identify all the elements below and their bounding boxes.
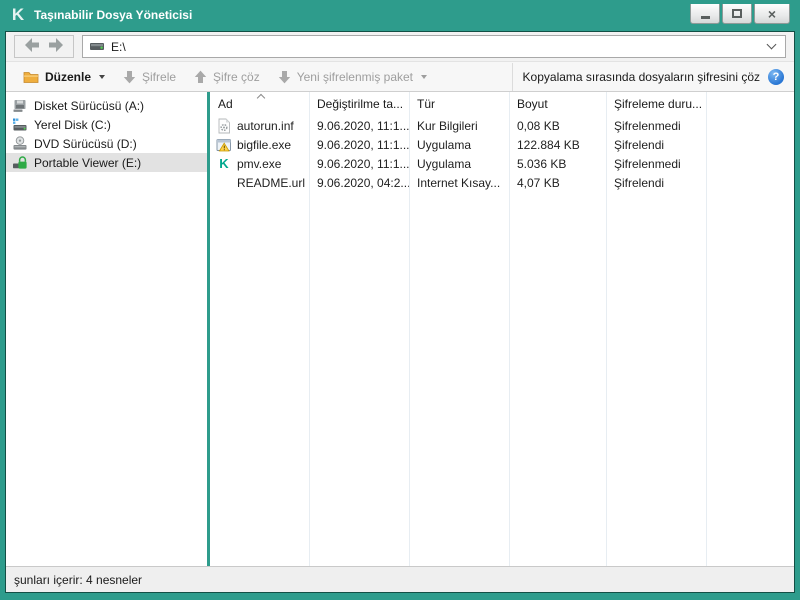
toolbar-separator: [511, 62, 513, 91]
address-bar: E:\: [6, 32, 794, 62]
close-button[interactable]: ×: [754, 4, 790, 24]
navigation-buttons: [14, 35, 74, 58]
column-header-3[interactable]: Boyut: [509, 97, 606, 111]
maximize-icon: [732, 9, 742, 18]
file-type: Uygulama: [417, 156, 472, 171]
column-header-4[interactable]: Şifreleme duru...: [606, 97, 706, 111]
file-modified: 9.06.2020, 11:1...: [317, 118, 409, 133]
sidebar-item-label: Portable Viewer (E:): [34, 155, 142, 170]
sidebar-item-label: DVD Sürücüsü (D:): [34, 136, 137, 151]
arrow-down-icon: [278, 70, 291, 84]
file-type: Kur Bilgileri: [417, 118, 478, 133]
file-modified: 9.06.2020, 11:1...: [317, 137, 409, 152]
window-title: Taşınabilir Dosya Yöneticisi: [34, 8, 193, 22]
forward-arrow-icon: [48, 38, 64, 55]
dropdown-caret-icon: [421, 74, 428, 79]
file-name: autorun.inf: [237, 118, 294, 133]
main-area: Disket Sürücüsü (A:) Yerel Disk (C:) DVD S…: [6, 92, 794, 566]
file-name: bigfile.exe: [237, 137, 292, 152]
toolbar-button-3[interactable]: Yeni şifrelenmiş paket: [269, 65, 436, 89]
toolbar-button-label: Şifre çöz: [213, 69, 260, 84]
kaspersky-app-icon: K: [219, 156, 229, 171]
toolbar-button-1[interactable]: Şifrele: [114, 65, 185, 89]
exe-file-icon: [216, 137, 232, 153]
file-encryption-status: Şifrelendi: [614, 175, 665, 190]
window-controls: ×: [690, 4, 790, 24]
title-bar: K Taşınabilir Dosya Yöneticisi ×: [0, 0, 800, 31]
chevron-down-icon[interactable]: [766, 39, 777, 50]
drive-icon: [89, 39, 105, 55]
dropdown-caret-icon: [99, 74, 106, 79]
file-type: Uygulama: [417, 137, 472, 152]
sidebar-item-label: Disket Sürücüsü (A:): [34, 98, 145, 113]
back-arrow-icon: [24, 38, 40, 55]
file-encryption-status: Şifrelenmedi: [614, 118, 681, 133]
close-icon: ×: [767, 5, 777, 22]
toolbar-button-0[interactable]: Düzenle: [14, 65, 114, 89]
sidebar-item-portable-viewer-e[interactable]: Portable Viewer (E:): [6, 153, 207, 172]
floppy-drive-icon: [12, 98, 28, 114]
window-frame: E:\ Düzenle Şifrele Şifre çöz Yeni şifrelen…: [5, 31, 795, 593]
file-type: Internet Kısay...: [417, 175, 501, 190]
address-path: E:\: [111, 39, 126, 54]
file-list: Ad Değiştirilme ta... Tür Boyut Şifreleme du…: [210, 92, 794, 566]
file-size: 0,08 KB: [517, 118, 560, 133]
help-icon[interactable]: ?: [768, 68, 784, 85]
column-separator[interactable]: [606, 92, 607, 566]
sidebar-item-yerel-disk-c[interactable]: Yerel Disk (C:): [6, 115, 207, 134]
decrypt-on-copy-label: Kopyalama sırasında dosyaların şifresini…: [522, 69, 760, 84]
column-separator[interactable]: [706, 92, 707, 566]
toolbar-button-label: Şifrele: [142, 69, 177, 84]
file-name: README.url: [237, 175, 306, 190]
file-size: 122.884 KB: [517, 137, 580, 152]
column-separator[interactable]: [309, 92, 310, 566]
toolbar: Düzenle Şifrele Şifre çöz Yeni şifrelenmiş …: [6, 62, 794, 92]
locked-drive-icon: [12, 155, 28, 171]
hard-drive-icon: [12, 117, 28, 133]
drive-sidebar: Disket Sürücüsü (A:) Yerel Disk (C:) DVD S…: [6, 92, 207, 566]
inf-file-icon: [216, 118, 232, 134]
status-text: şunları içerir: 4 nesneler: [14, 572, 143, 587]
portable-file-manager-window: { "window": { "title": "Taşınabilir Dosy…: [0, 0, 800, 600]
column-separator[interactable]: [509, 92, 510, 566]
file-name: pmv.exe: [237, 156, 282, 171]
file-encryption-status: Şifrelendi: [614, 137, 665, 152]
column-header-1[interactable]: Değiştirilme ta...: [309, 97, 409, 111]
minimize-icon: [700, 15, 710, 19]
file-modified: 9.06.2020, 11:1...: [317, 156, 409, 171]
file-size: 5.036 KB: [517, 156, 567, 171]
column-separator[interactable]: [409, 92, 410, 566]
minimize-button[interactable]: [690, 4, 720, 24]
file-modified: 9.06.2020, 04:2...: [317, 175, 409, 190]
file-size: 4,07 KB: [517, 175, 560, 190]
address-combobox[interactable]: E:\: [82, 35, 786, 58]
file-encryption-status: Şifrelenmedi: [614, 156, 681, 171]
status-bar: şunları içerir: 4 nesneler: [6, 566, 794, 592]
kaspersky-logo-icon: K: [11, 5, 25, 24]
toolbar-button-label: Yeni şifrelenmiş paket: [296, 69, 414, 84]
sidebar-item-disket-s-r-c-s-a[interactable]: Disket Sürücüsü (A:): [6, 96, 207, 115]
sidebar-item-dvd-s-r-c-s-d[interactable]: DVD Sürücüsü (D:): [6, 134, 207, 153]
sidebar-item-label: Yerel Disk (C:): [34, 117, 111, 132]
dvd-drive-icon: [12, 136, 28, 152]
arrow-up-icon: [194, 70, 207, 84]
arrow-down-icon: [123, 70, 136, 84]
column-header-2[interactable]: Tür: [409, 97, 509, 111]
toolbar-button-2[interactable]: Şifre çöz: [185, 65, 269, 89]
forward-button[interactable]: [48, 38, 64, 55]
toolbar-button-label: Düzenle: [45, 69, 92, 84]
folder-icon: [23, 70, 39, 83]
back-button[interactable]: [24, 38, 40, 55]
maximize-button[interactable]: [722, 4, 752, 24]
none-icon: [216, 175, 232, 191]
